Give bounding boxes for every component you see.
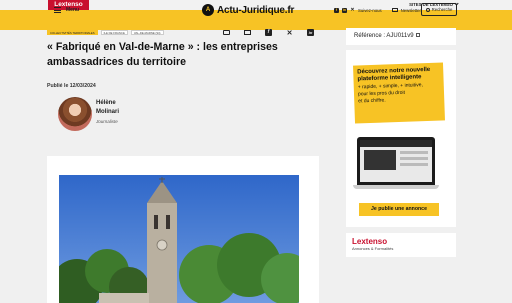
publish-date: Publié le 12/03/2024: [47, 83, 96, 89]
search-button[interactable]: Recherche: [421, 3, 457, 16]
author-avatar: [58, 97, 92, 131]
article-photo: [59, 175, 299, 303]
newsletter-link[interactable]: Newsletter: [401, 8, 421, 13]
menu-label: Menu: [66, 7, 80, 13]
ad-headline: Découvrez notre nouvelle plateforme inte…: [357, 66, 431, 83]
laptop-illustration: [357, 137, 435, 185]
tag-collectivites[interactable]: COLLECTIVITÉS TERRITORIALES: [47, 30, 98, 35]
search-icon: [425, 7, 430, 12]
x-icon[interactable]: ✕: [350, 7, 355, 13]
search-label: Recherche: [431, 7, 453, 12]
laptop-base: [353, 185, 439, 189]
linkedin-icon[interactable]: in: [342, 7, 347, 13]
x-share-icon[interactable]: ✕: [285, 28, 294, 37]
copy-icon[interactable]: [415, 33, 420, 37]
site-logo[interactable]: A Actu-Juridique.fr: [202, 3, 294, 17]
author-name[interactable]: Hélène Molinari: [96, 99, 136, 117]
ad-promo-note: Découvrez notre nouvelle plateforme inte…: [353, 62, 445, 124]
lextenso-ad-logo: Lextenso: [352, 237, 388, 246]
lextenso-ad-subtitle: Annonces & Formalités: [352, 246, 394, 251]
follow-label: Suivez-nous: [358, 7, 382, 13]
article-tags: COLLECTIVITÉS TERRITORIALES ILE DE FRANC…: [47, 30, 164, 35]
linkedin-share-icon[interactable]: in: [306, 28, 315, 37]
facebook-share-icon[interactable]: f: [264, 28, 273, 37]
logo-mark-icon: A: [202, 4, 214, 16]
header-actions: f in ✕ Suivez-nous Newsletter: [334, 4, 421, 16]
article-title: « Fabriqué en Val-de-Marne » : les entre…: [47, 41, 278, 68]
print-icon[interactable]: [222, 28, 231, 37]
reference-box: Référence : AJU011v9: [346, 28, 456, 45]
menu-button[interactable]: Menu: [54, 4, 79, 16]
logo-text: Actu-Juridique.fr: [217, 4, 295, 16]
author-role: Journaliste: [96, 119, 118, 124]
publish-ad-button[interactable]: Je publie une annonce: [359, 203, 439, 216]
reference-text: Référence : AJU011v9: [354, 33, 414, 39]
email-share-icon[interactable]: [243, 28, 252, 37]
share-bar: f ✕ in: [222, 28, 315, 37]
tag-val-de-marne[interactable]: VAL-DE-MARNE (94): [130, 30, 164, 35]
hamburger-icon: [54, 7, 61, 13]
tag-ile-de-france[interactable]: ILE DE FRANCE: [100, 30, 128, 35]
facebook-icon[interactable]: f: [334, 7, 339, 13]
envelope-icon: [391, 7, 398, 13]
